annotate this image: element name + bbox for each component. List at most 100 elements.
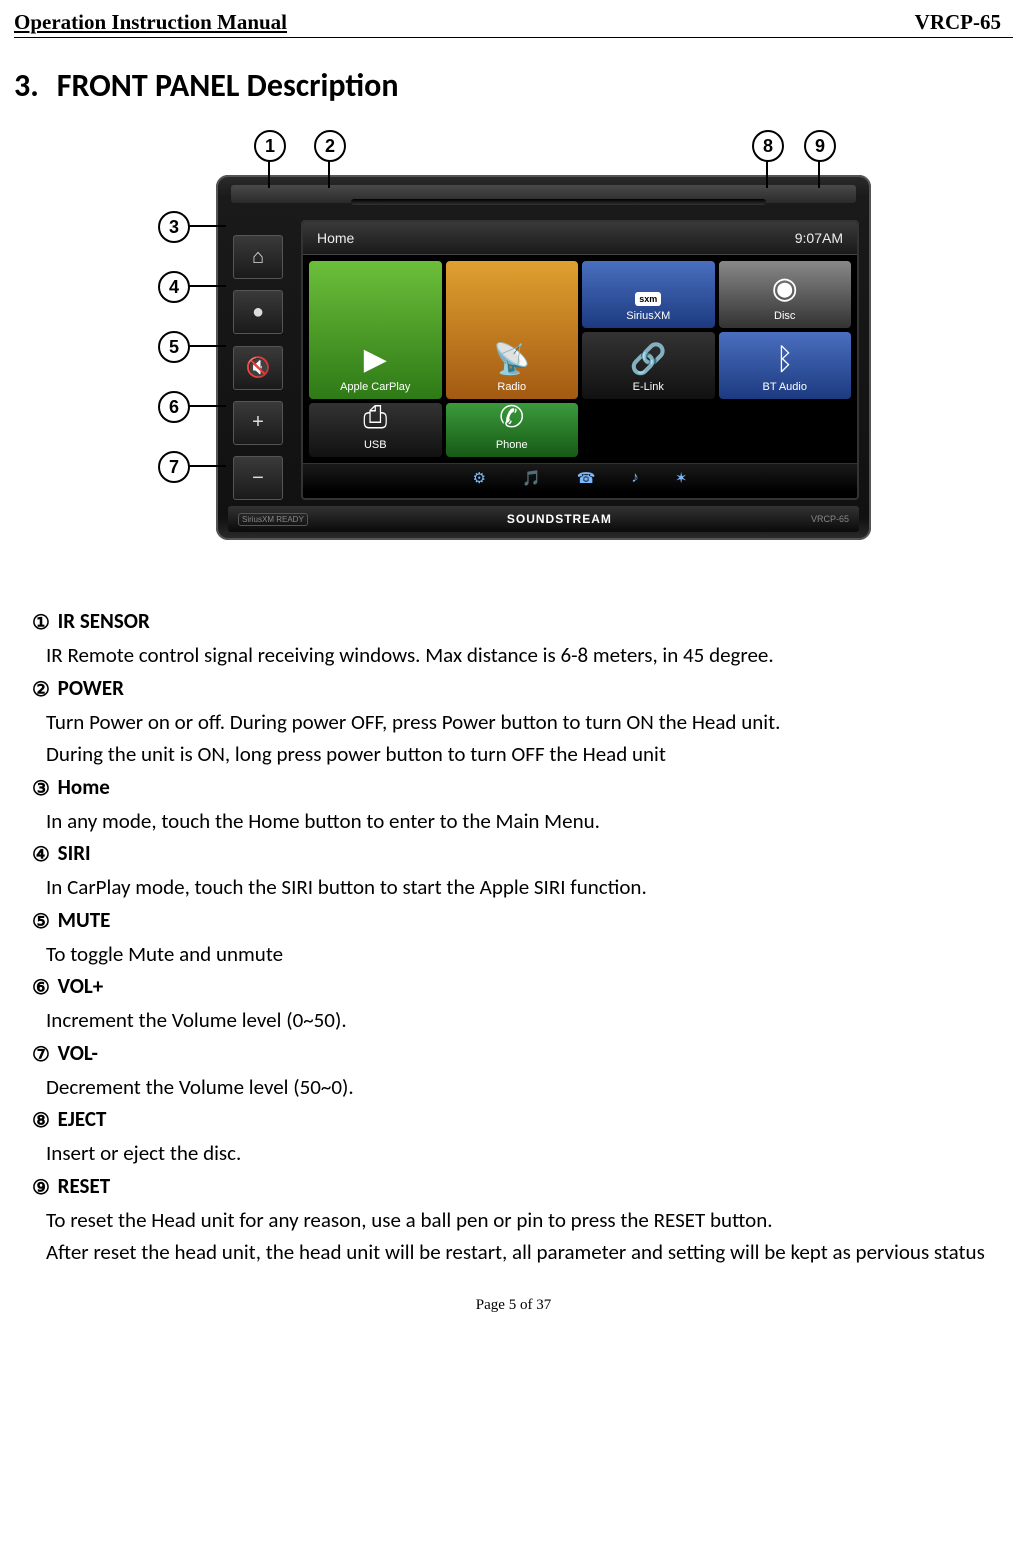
device-bottom-bezel: SiriusXM READY SOUNDSTREAM VRCP-65 xyxy=(228,506,859,532)
circled-number: ⑦ xyxy=(32,1040,50,1071)
app-elink[interactable]: 🔗 E-Link xyxy=(582,332,715,399)
definition-heading: ② POWER xyxy=(32,672,1009,706)
siri-button[interactable]: ● xyxy=(233,290,283,334)
front-panel-figure: 1 2 3 4 5 6 7 8 9 xyxy=(146,135,881,555)
definition-body-line: Decrement the Volume level (50~0). xyxy=(32,1071,1009,1104)
page-footer: Page 5 of 37 xyxy=(14,1297,1013,1314)
callout-2: 2 xyxy=(314,130,346,162)
callout-8: 8 xyxy=(752,130,784,162)
side-button-strip: ⌂ ● 🔇 + − xyxy=(228,235,288,500)
app-label: BT Audio xyxy=(763,381,807,393)
definition-body-line: To reset the Head unit for any reason, u… xyxy=(32,1204,1009,1237)
definition-body-line: After reset the head unit, the head unit… xyxy=(32,1236,1009,1269)
app-phone[interactable]: ✆ Phone xyxy=(446,403,579,457)
definition-title: EJECT xyxy=(53,1106,107,1132)
definition-body-line: IR Remote control signal receiving windo… xyxy=(32,639,1009,672)
definition-heading: ④ SIRI xyxy=(32,837,1009,871)
mute-button[interactable]: 🔇 xyxy=(233,346,283,390)
app-siriusxm[interactable]: sxm SiriusXM xyxy=(582,261,715,328)
circled-number: ⑨ xyxy=(32,1173,50,1204)
brand-text: SOUNDSTREAM xyxy=(507,512,612,526)
usb-icon: ⎙ xyxy=(363,403,387,433)
model-label: VRCP-65 xyxy=(811,514,849,524)
definition-heading: ⑤ MUTE xyxy=(32,904,1009,938)
callout-9: 9 xyxy=(804,130,836,162)
definition-body-line: During the unit is ON, long press power … xyxy=(32,738,1009,771)
definition-heading: ⑨ RESET xyxy=(32,1170,1009,1204)
callout-1: 1 xyxy=(254,130,286,162)
disc-slot xyxy=(351,199,766,205)
circled-number: ③ xyxy=(32,774,50,805)
callout-4: 4 xyxy=(158,271,190,303)
screen-clock: 9:07AM xyxy=(795,230,843,246)
music-icon[interactable]: 🎵 xyxy=(522,469,541,488)
callout-5: 5 xyxy=(158,331,190,363)
definition-title: IR SENSOR xyxy=(53,608,150,634)
app-disc[interactable]: ◉ Disc xyxy=(719,261,852,328)
gear-icon[interactable]: ⚙ xyxy=(473,469,486,488)
app-label: Radio xyxy=(497,381,526,393)
app-label: Phone xyxy=(496,439,528,451)
callout-6: 6 xyxy=(158,391,190,423)
definition-body-line: Insert or eject the disc. xyxy=(32,1137,1009,1170)
definition-body-line: Increment the Volume level (0~50). xyxy=(32,1004,1009,1037)
callout-3: 3 xyxy=(158,211,190,243)
device-body: ⌂ ● 🔇 + − Home 9:07AM ▶ Apple CarPlay xyxy=(216,175,871,540)
screen-status-bar: Home 9:07AM xyxy=(303,222,857,255)
siriusxm-ready-badge: SiriusXM READY xyxy=(238,513,308,526)
note-icon[interactable]: ♪ xyxy=(631,470,639,487)
app-grid: ▶ Apple CarPlay 📡 Radio sxm SiriusXM xyxy=(303,255,857,463)
definition-title: VOL- xyxy=(53,1040,98,1066)
definition-body-line: To toggle Mute and unmute xyxy=(32,938,1009,971)
antenna-icon: 📡 xyxy=(493,345,530,375)
vol-down-button[interactable]: − xyxy=(233,456,283,500)
home-button[interactable]: ⌂ xyxy=(233,235,283,279)
link-icon: 🔗 xyxy=(630,345,667,375)
definition-title: POWER xyxy=(53,675,124,701)
circled-number: ⑧ xyxy=(32,1106,50,1137)
definition-heading: ⑦ VOL- xyxy=(32,1037,1009,1071)
touch-screen[interactable]: Home 9:07AM ▶ Apple CarPlay 📡 Radio xyxy=(301,220,859,500)
app-label: USB xyxy=(364,439,387,451)
section-number: 3. xyxy=(14,66,39,105)
definition-heading: ① IR SENSOR xyxy=(32,605,1009,639)
phone-icon[interactable]: ☎ xyxy=(577,469,596,488)
app-label: SiriusXM xyxy=(626,310,670,322)
play-icon: ▶ xyxy=(364,345,387,375)
phone-icon: ✆ xyxy=(499,403,524,433)
disc-icon: ◉ xyxy=(772,274,798,304)
circled-number: ② xyxy=(32,675,50,706)
circled-number: ⑤ xyxy=(32,907,50,938)
definition-heading: ③ Home xyxy=(32,771,1009,805)
header-right: VRCP-65 xyxy=(915,10,1001,35)
app-bt-audio[interactable]: ᛒ BT Audio xyxy=(719,332,852,399)
vol-up-button[interactable]: + xyxy=(233,401,283,445)
header-rule xyxy=(14,37,1013,38)
definition-body-line: In any mode, touch the Home button to en… xyxy=(32,805,1009,838)
app-label: E-Link xyxy=(633,381,664,393)
section-title: 3. FRONT PANEL Description xyxy=(14,66,1013,105)
circled-number: ⑥ xyxy=(32,973,50,1004)
definition-title: RESET xyxy=(53,1173,110,1199)
definition-title: VOL+ xyxy=(53,973,103,999)
sxm-badge: sxm xyxy=(635,292,661,306)
app-radio[interactable]: 📡 Radio xyxy=(446,261,579,399)
definition-title: MUTE xyxy=(53,907,110,933)
definition-title: SIRI xyxy=(53,840,91,866)
app-usb[interactable]: ⎙ USB xyxy=(309,403,442,457)
circled-number: ④ xyxy=(32,840,50,871)
device-top-bezel xyxy=(231,185,856,203)
bluetooth-icon[interactable]: ✶ xyxy=(675,469,688,488)
definition-body-line: In CarPlay mode, touch the SIRI button t… xyxy=(32,871,1009,904)
bluetooth-icon: ᛒ xyxy=(776,345,794,375)
header-left: Operation Instruction Manual xyxy=(14,10,287,35)
section-title-text: FRONT PANEL Description xyxy=(57,66,399,105)
app-apple-carplay[interactable]: ▶ Apple CarPlay xyxy=(309,261,442,399)
callout-7: 7 xyxy=(158,451,190,483)
screen-dock: ⚙ 🎵 ☎ ♪ ✶ xyxy=(303,463,857,492)
definition-heading: ⑧ EJECT xyxy=(32,1103,1009,1137)
definition-body-line: Turn Power on or off. During power OFF, … xyxy=(32,706,1009,739)
definitions-list: ① IR SENSORIR Remote control signal rece… xyxy=(14,605,1013,1269)
definition-heading: ⑥ VOL+ xyxy=(32,970,1009,1004)
definition-title: Home xyxy=(53,774,110,800)
